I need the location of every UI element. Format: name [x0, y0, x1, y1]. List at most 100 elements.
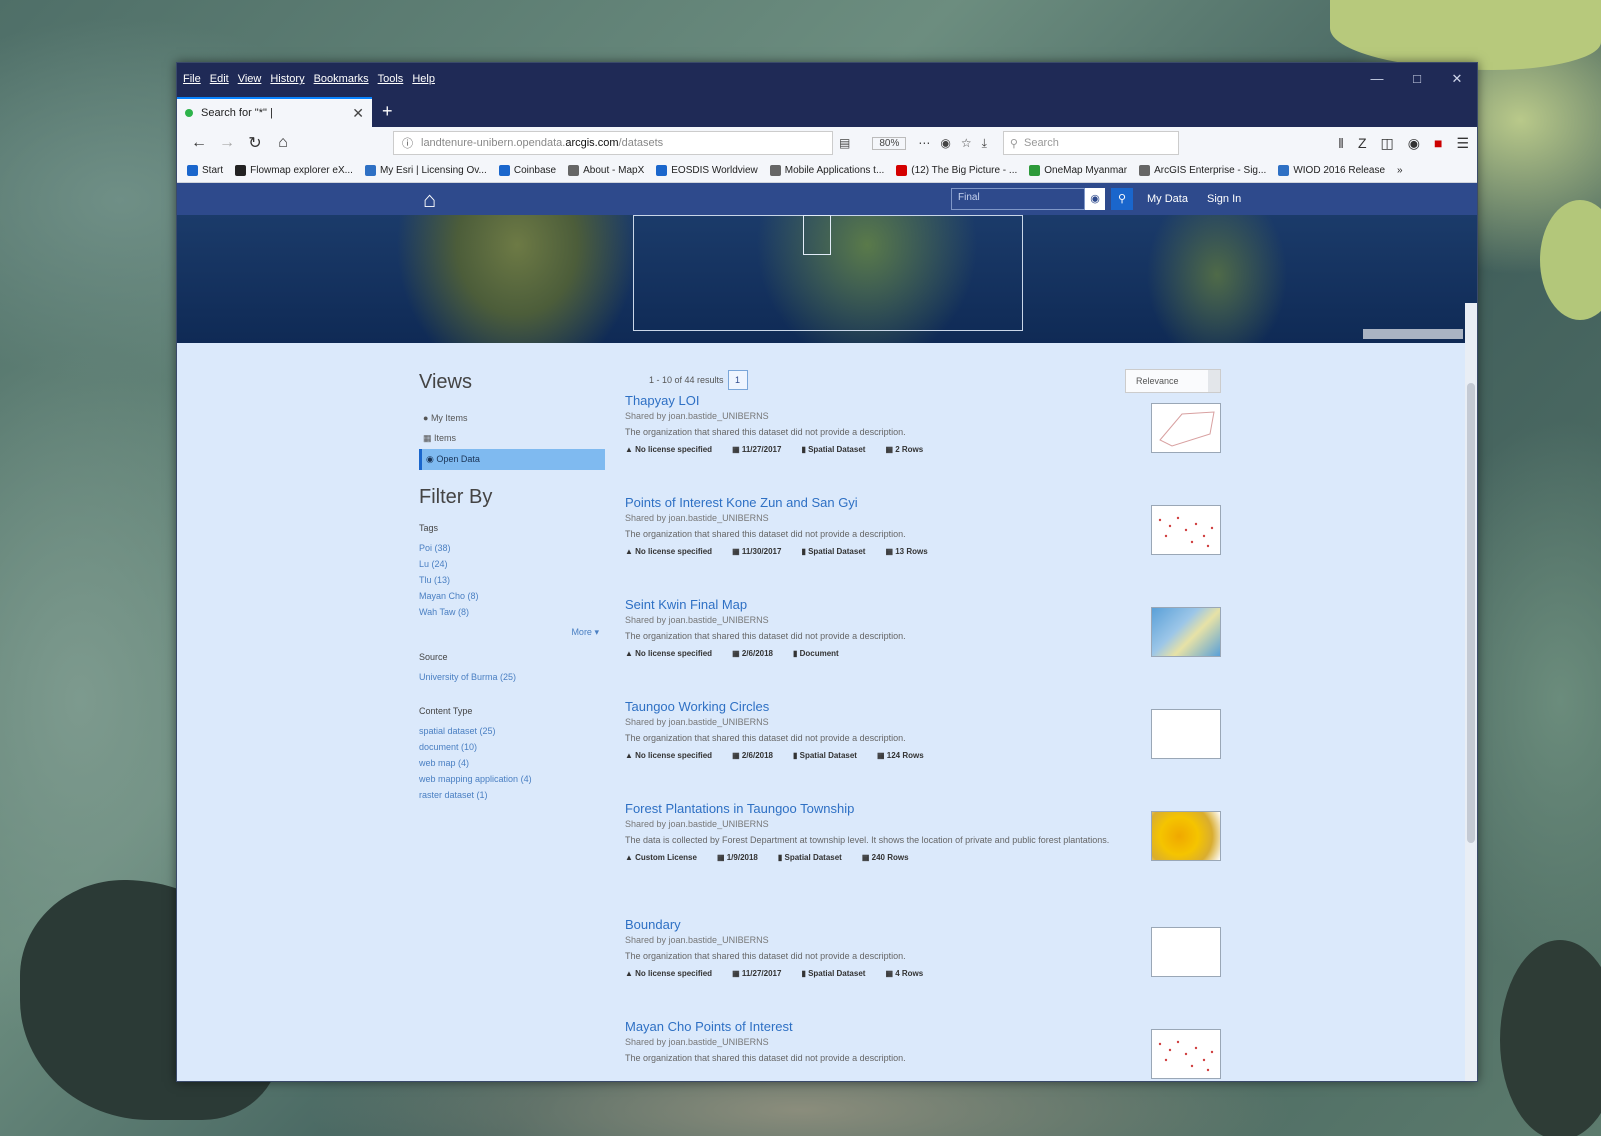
- close-window-icon[interactable]: ✕: [1437, 71, 1477, 87]
- view-my-items[interactable]: ● My Items: [419, 408, 605, 428]
- menu-view[interactable]: View: [238, 73, 262, 85]
- content-type-link[interactable]: web map (4): [419, 758, 605, 768]
- view-label: My Items: [430, 413, 468, 423]
- result-title-link[interactable]: Points of Interest Kone Zun and San Gyi: [625, 495, 1223, 510]
- info-icon[interactable]: ⓘ: [402, 135, 413, 151]
- tag-link[interactable]: Mayan Cho (8): [419, 591, 605, 601]
- date-value: 2/6/2018: [741, 649, 773, 658]
- result-thumbnail[interactable]: [1151, 1029, 1221, 1079]
- tag-link[interactable]: Tlu (13): [419, 575, 605, 585]
- result-thumbnail[interactable]: [1151, 505, 1221, 555]
- source-link[interactable]: University of Burma (25): [419, 672, 605, 682]
- menu-history[interactable]: History: [270, 73, 304, 85]
- more-label: More: [571, 627, 592, 637]
- forward-icon[interactable]: →: [213, 134, 241, 152]
- tab-search[interactable]: Search for "*" | ✕: [177, 97, 372, 127]
- url-domain: arcgis.com: [565, 137, 619, 149]
- content-type-link[interactable]: raster dataset (1): [419, 790, 605, 800]
- rows-value: 240 Rows: [871, 853, 909, 862]
- result-item: Taungoo Working Circles Shared by joan.ba…: [625, 699, 1223, 799]
- result-thumbnail[interactable]: [1151, 811, 1221, 861]
- menu-tools[interactable]: Tools: [378, 73, 404, 85]
- zotero-icon[interactable]: Z: [1358, 135, 1367, 152]
- result-thumbnail[interactable]: [1151, 927, 1221, 977]
- home-icon[interactable]: ⌂: [269, 134, 297, 152]
- content-type-link[interactable]: document (10): [419, 742, 605, 752]
- type-label: ▮ Spatial Dataset: [801, 969, 866, 978]
- close-tab-icon[interactable]: ✕: [352, 105, 364, 122]
- pdf-icon[interactable]: ■: [1434, 135, 1442, 152]
- bookmark-item[interactable]: Coinbase: [498, 165, 556, 176]
- bookmark-item[interactable]: EOSDIS Worldview: [656, 165, 758, 176]
- page-button[interactable]: 1: [727, 370, 748, 390]
- view-open-data[interactable]: ◉ Open Data: [419, 449, 605, 470]
- result-title-link[interactable]: Taungoo Working Circles: [625, 699, 1223, 714]
- hero-map[interactable]: [177, 215, 1477, 343]
- tag-link[interactable]: Wah Taw (8): [419, 607, 605, 617]
- bookmark-item[interactable]: My Esri | Licensing Ov...: [364, 165, 487, 176]
- sign-in-link[interactable]: Sign In: [1207, 193, 1241, 205]
- more-actions-icon[interactable]: ⋯: [918, 136, 930, 150]
- page-scrollbar[interactable]: [1465, 303, 1477, 1081]
- tag-link[interactable]: Poi (38): [419, 543, 605, 553]
- menu-help[interactable]: Help: [412, 73, 435, 85]
- minimize-icon[interactable]: —: [1357, 71, 1397, 87]
- library-icon[interactable]: ‖: [1338, 135, 1344, 152]
- result-title-link[interactable]: Forest Plantations in Taungoo Township: [625, 801, 1223, 816]
- result-thumbnail[interactable]: [1151, 709, 1221, 759]
- extension-icon[interactable]: ◉: [1408, 135, 1420, 152]
- bookmark-item[interactable]: (12) The Big Picture - ...: [896, 165, 1017, 176]
- result-title-link[interactable]: Boundary: [625, 917, 1223, 932]
- toolbar-icons: ‖ Z ◫ ◉ ■ ☰: [1324, 135, 1469, 152]
- new-tab-icon[interactable]: +: [382, 101, 393, 122]
- download-icon[interactable]: ⤓: [982, 136, 987, 151]
- result-thumbnail[interactable]: [1151, 403, 1221, 453]
- site-search-button[interactable]: ⚲: [1111, 188, 1133, 210]
- site-search-input[interactable]: Final: [951, 188, 1085, 210]
- reload-icon[interactable]: ↻: [241, 133, 269, 153]
- location-pin-icon[interactable]: ◉: [1085, 188, 1105, 210]
- result-item: Points of Interest Kone Zun and San Gyi S…: [625, 495, 1223, 595]
- bookmark-item[interactable]: ArcGIS Enterprise - Sig...: [1139, 165, 1266, 176]
- type-value: Spatial Dataset: [808, 969, 866, 978]
- back-icon[interactable]: ←: [185, 134, 213, 152]
- result-thumbnail[interactable]: [1151, 607, 1221, 657]
- menu-edit[interactable]: Edit: [210, 73, 229, 85]
- hamburger-menu-icon[interactable]: ☰: [1456, 135, 1469, 152]
- bookmark-item[interactable]: Mobile Applications t...: [769, 165, 884, 176]
- reader-view-icon[interactable]: ▤: [839, 136, 850, 150]
- url-bar[interactable]: ⓘ landtenure-unibern.opendata. arcgis.com…: [393, 131, 833, 155]
- content-type-link[interactable]: web mapping application (4): [419, 774, 605, 784]
- site-home-icon[interactable]: ⌂: [423, 187, 436, 213]
- bookmark-star-icon[interactable]: ☆: [961, 136, 972, 150]
- bookmark-item[interactable]: WIOD 2016 Release: [1278, 165, 1385, 176]
- sidebar-icon[interactable]: ◫: [1381, 135, 1394, 152]
- content-type-link[interactable]: spatial dataset (25): [419, 726, 605, 736]
- site-header: ⌂ Final ◉ ⚲ My Data Sign In: [177, 183, 1477, 215]
- zoom-level[interactable]: 80%: [872, 136, 907, 150]
- terrain-field-area: [1330, 0, 1601, 70]
- scrollbar-thumb[interactable]: [1467, 383, 1475, 843]
- menu-bookmarks[interactable]: Bookmarks: [314, 73, 369, 85]
- view-items[interactable]: ▦ Items: [419, 428, 605, 449]
- pocket-icon[interactable]: ◉: [940, 136, 950, 150]
- sort-select[interactable]: Relevance: [1125, 369, 1221, 393]
- result-title-link[interactable]: Thapyay LOI: [625, 393, 1223, 408]
- license-label: ▲ No license specified: [625, 751, 713, 760]
- tag-link[interactable]: Lu (24): [419, 559, 605, 569]
- bookmark-item[interactable]: OneMap Myanmar: [1029, 165, 1127, 176]
- more-tags-link[interactable]: More ▾: [419, 627, 599, 638]
- bookmarks-overflow-icon[interactable]: »: [1397, 165, 1403, 176]
- result-title-link[interactable]: Seint Kwin Final Map: [625, 597, 1223, 612]
- tab-bar: Search for "*" | ✕ +: [177, 95, 1477, 127]
- license-label: ▲ No license specified: [625, 445, 713, 454]
- my-data-link[interactable]: My Data: [1147, 193, 1188, 205]
- maximize-icon[interactable]: □: [1397, 71, 1437, 87]
- menu-file[interactable]: File: [183, 73, 201, 85]
- bookmark-item[interactable]: Start: [187, 165, 223, 176]
- type-value: Document: [799, 649, 839, 658]
- bookmark-item[interactable]: Flowmap explorer eX...: [235, 165, 353, 176]
- result-title-link[interactable]: Mayan Cho Points of Interest: [625, 1019, 1223, 1034]
- search-input[interactable]: ⚲ Search: [1002, 131, 1179, 155]
- bookmark-item[interactable]: About - MapX: [568, 165, 644, 176]
